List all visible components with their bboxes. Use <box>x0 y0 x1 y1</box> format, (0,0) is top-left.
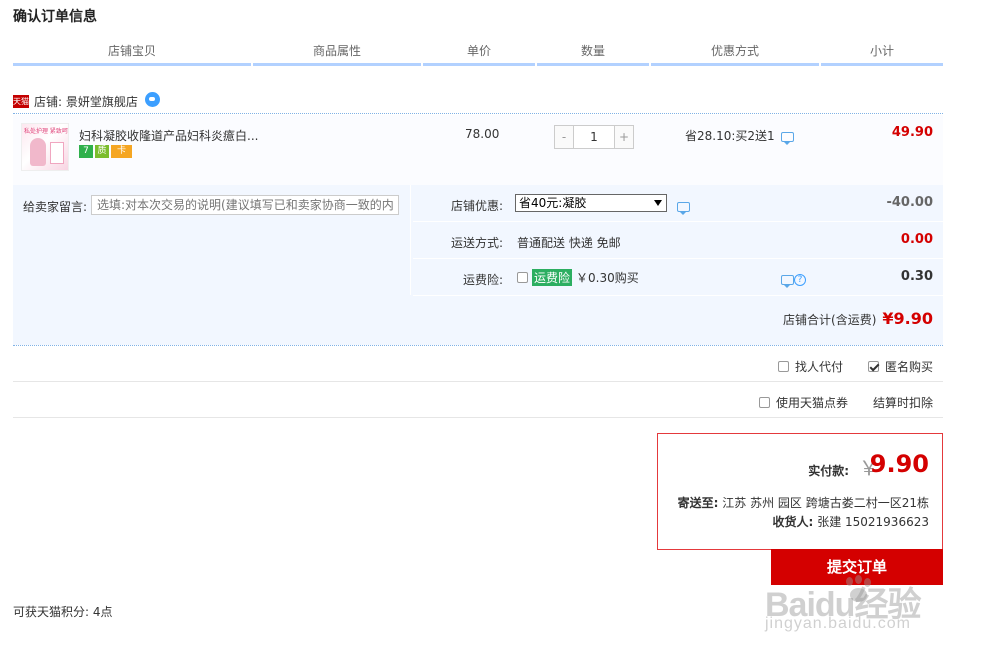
thumbnail-figure <box>30 138 46 166</box>
column-header-subtotal: 小计 <box>821 40 943 66</box>
points-coupon-checkbox[interactable] <box>758 397 770 408</box>
points-coupon-note: 结算时扣除 <box>872 396 933 410</box>
item-subtotal: 49.90 <box>891 125 933 140</box>
shop-total: 店铺合计(含运费) ¥9.90 <box>783 309 933 328</box>
shop-total-amount: ¥9.90 <box>882 309 933 328</box>
quantity-increment-button[interactable]: + <box>614 126 633 148</box>
shop-row: 天猫 店铺: 景妍堂旗舰店 <box>13 90 160 112</box>
shop-discount-amount: -40.00 <box>886 195 933 210</box>
receiver-label: 收货人: <box>772 515 814 529</box>
thumbnail-caption: 私处护理 紧致呵护 <box>24 128 69 135</box>
promotion-text: 省28.10:买2送1 <box>685 129 775 143</box>
shop-discount-label: 店铺优惠: <box>450 199 503 213</box>
promotion-info: 省28.10:买2送1 <box>685 127 794 145</box>
proxy-pay-label: 找人代付 <box>794 360 843 374</box>
unit-price: 78.00 <box>465 127 500 141</box>
seller-message-input[interactable] <box>91 195 399 215</box>
receiver-info: 张建 15021936623 <box>817 515 929 529</box>
points-coupon-option[interactable]: 使用天猫点券 <box>758 394 848 411</box>
points-coupon-label: 使用天猫点券 <box>775 396 848 410</box>
payment-options-row: 找人代付 匿名购买 <box>13 346 943 382</box>
promotion-detail-icon[interactable] <box>780 131 794 145</box>
pay-label: 实付款: <box>808 464 849 478</box>
order-summary: 实付款: ￥ 9.90 寄送至: 江苏 苏州 园区 跨塘古娄二村一区21栋 收货… <box>657 433 943 550</box>
column-header-item: 店铺宝贝 <box>13 40 251 66</box>
thumbnail-box <box>50 142 64 164</box>
proxy-pay-checkbox[interactable] <box>777 361 789 372</box>
ship-to: 寄送至: 江苏 苏州 园区 跨塘古娄二村一区21栋 <box>678 494 929 511</box>
shop-discount-row: 店铺优惠: 省40元:凝胶 -40.00 <box>413 185 943 222</box>
quantity-stepper: - 1 + <box>554 125 634 149</box>
column-headers: 店铺宝贝 商品属性 单价 数量 优惠方式 小计 <box>13 40 943 66</box>
column-header-price: 单价 <box>423 40 535 66</box>
seller-message-area: 给卖家留言: <box>13 185 411 295</box>
quantity-decrement-button[interactable]: - <box>555 126 574 148</box>
tmall-icon: 天猫 <box>13 94 29 108</box>
proxy-pay-option[interactable]: 找人代付 <box>777 358 843 375</box>
baidu-watermark: Baidu经验 jingyan.baidu.com <box>765 575 975 645</box>
product-title-link[interactable]: 妇科凝胶收隆道产品妇科炎癔白... <box>79 127 258 144</box>
insurance-checkbox[interactable] <box>517 272 528 283</box>
insurance-help: ? <box>781 272 806 288</box>
coupon-row: 使用天猫点券 结算时扣除 <box>13 382 943 418</box>
column-header-qty: 数量 <box>537 40 649 66</box>
chat-seller-icon[interactable] <box>144 91 160 107</box>
ship-to-address: 江苏 苏州 园区 跨塘古娄二村一区21栋 <box>722 496 929 510</box>
insurance-price: ￥0.30购买 <box>576 271 639 285</box>
help-icon[interactable]: ? <box>794 273 806 286</box>
anonymous-option[interactable]: 匿名购买 <box>867 358 933 375</box>
quantity-input[interactable]: 1 <box>574 126 614 148</box>
shop-discount-select[interactable]: 省40元:凝胶 <box>515 194 667 212</box>
watermark-url: jingyan.baidu.com <box>765 615 911 632</box>
shipping-row: 运送方式: 普通配送 快递 免邮 0.00 <box>413 222 943 259</box>
anonymous-checkbox[interactable] <box>867 361 879 372</box>
column-header-attrs: 商品属性 <box>253 40 421 66</box>
order-item-row: 私处护理 紧致呵护 妇科凝胶收隆道产品妇科炎癔白... 7 质 卡 78.00 … <box>13 115 943 185</box>
quality-guarantee-icon[interactable]: 质 <box>95 145 109 158</box>
page-title: 确认订单信息 <box>13 9 97 25</box>
column-header-promo: 优惠方式 <box>651 40 819 66</box>
reward-points: 可获天猫积分: 4点 <box>13 605 113 619</box>
seller-message-label: 给卖家留言: <box>23 200 88 214</box>
insurance-option: 运费险 ￥0.30购买 <box>517 269 639 286</box>
discount-info-icon[interactable] <box>677 201 690 215</box>
chevron-down-icon <box>654 200 662 206</box>
insurance-badge: 运费险 <box>532 269 573 286</box>
shipping-method: 普通配送 快递 免邮 <box>517 236 621 250</box>
insurance-row: 运费险: 运费险 ￥0.30购买 ? 0.30 <box>413 259 943 296</box>
ship-to-label: 寄送至: <box>677 496 719 510</box>
insurance-amount: 0.30 <box>900 269 933 284</box>
order-details-panel: 给卖家留言: 店铺优惠: 省40元:凝胶 -40.00 运送方式: 普通配送 快… <box>13 185 943 345</box>
product-thumbnail[interactable]: 私处护理 紧致呵护 <box>21 123 69 171</box>
anonymous-label: 匿名购买 <box>884 360 933 374</box>
insurance-label: 运费险: <box>462 273 503 287</box>
pay-amount: 9.90 <box>869 450 929 478</box>
receiver: 收货人: 张建 15021936623 <box>773 513 929 530</box>
shop-total-label: 店铺合计(含运费) <box>783 313 877 327</box>
credit-card-icon[interactable]: 卡 <box>111 145 132 158</box>
seven-day-return-icon[interactable]: 7 <box>79 145 93 158</box>
divider <box>13 113 943 114</box>
service-icons: 7 质 卡 <box>79 145 132 158</box>
shipping-amount: 0.00 <box>900 232 933 247</box>
insurance-chat-icon[interactable] <box>781 274 794 288</box>
shop-name-link[interactable]: 店铺: 景妍堂旗舰店 <box>34 93 138 110</box>
shop-discount-selected: 省40元:凝胶 <box>519 196 587 210</box>
shipping-label: 运送方式: <box>450 236 503 250</box>
